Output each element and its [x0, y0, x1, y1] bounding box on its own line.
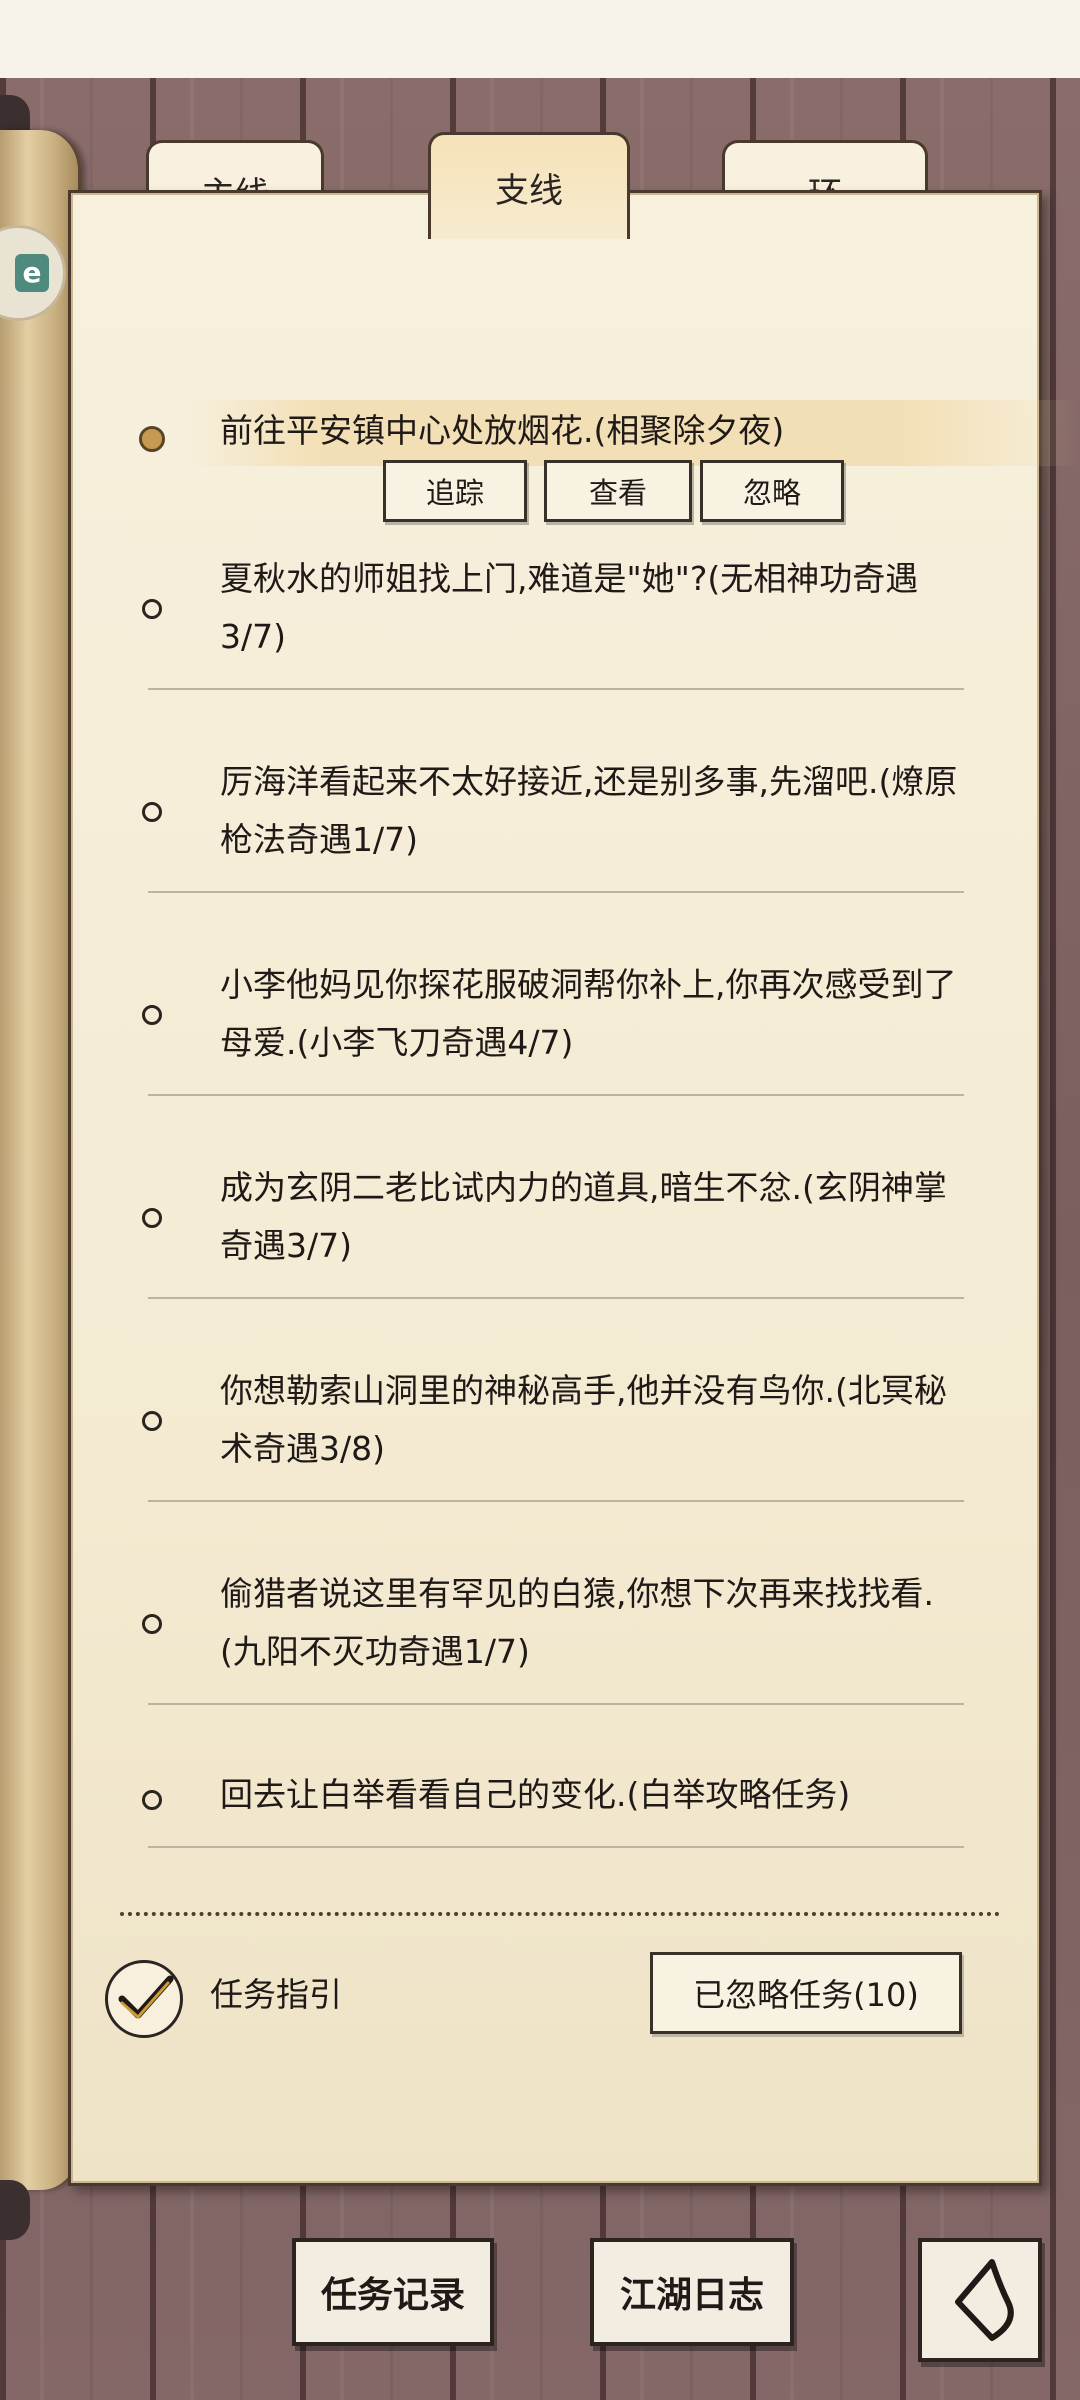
task-bullet	[142, 1614, 162, 1634]
task-divider	[148, 891, 964, 893]
task-text: 厉海洋看起来不太好接近,还是别多事,先溜吧.(燎原枪法奇遇1/7)	[220, 762, 958, 859]
task-bullet	[142, 802, 162, 822]
task-divider	[148, 1297, 964, 1299]
dotted-separator	[120, 1912, 1000, 1916]
task-divider	[148, 1703, 964, 1705]
tab-side[interactable]: 支线	[428, 132, 630, 239]
task-record-button[interactable]: 任务记录	[292, 2238, 494, 2346]
logo-icon: e	[15, 254, 49, 292]
task-bullet	[142, 1790, 162, 1810]
ignore-button[interactable]: 忽略	[700, 460, 844, 522]
guide-label: 任务指引	[210, 1975, 342, 2014]
task-divider	[148, 1500, 964, 1502]
task-text: 回去让白举看看自己的变化.(白举攻略任务)	[220, 1775, 851, 1814]
task-text: 夏秋水的师姐找上门,难道是"她"?(无相神功奇遇3/7)	[220, 559, 919, 656]
guide-checkbox[interactable]	[105, 1960, 183, 2038]
task-text: 成为玄阴二老比试内力的道具,暗生不忿.(玄阴神掌奇遇3/7)	[220, 1168, 947, 1265]
task-divider	[148, 1846, 964, 1848]
track-button[interactable]: 追踪	[383, 460, 527, 522]
task-bullet	[142, 1005, 162, 1025]
task-bullet-active	[139, 426, 165, 452]
task-divider	[148, 688, 964, 690]
task-divider	[148, 1094, 964, 1096]
task-text: 偷猎者说这里有罕见的白猿,你想下次再来找找看.(九阳不灭功奇遇1/7)	[220, 1574, 934, 1671]
task-text: 小李他妈见你探花服破洞帮你补上,你再次感受到了母爱.(小李飞刀奇遇4/7)	[220, 965, 957, 1062]
task-bullet	[142, 1208, 162, 1228]
checkmark-icon	[118, 1975, 174, 2019]
task-text: 你想勒索山洞里的神秘高手,他并没有鸟你.(北冥秘术奇遇3/8)	[220, 1371, 947, 1468]
back-button[interactable]	[918, 2238, 1042, 2362]
status-bar	[0, 0, 1080, 80]
jianghu-journal-button[interactable]: 江湖日志	[590, 2238, 794, 2346]
task-bullet	[142, 599, 162, 619]
back-arrow-icon	[955, 2259, 1014, 2341]
scroll-rod-bottom	[0, 2180, 30, 2240]
task-text: 前往平安镇中心处放烟花.(相聚除夕夜)	[220, 411, 785, 450]
ignored-tasks-button[interactable]: 已忽略任务(10)	[650, 1952, 962, 2034]
task-bullet	[142, 1411, 162, 1431]
view-button[interactable]: 查看	[544, 460, 692, 522]
